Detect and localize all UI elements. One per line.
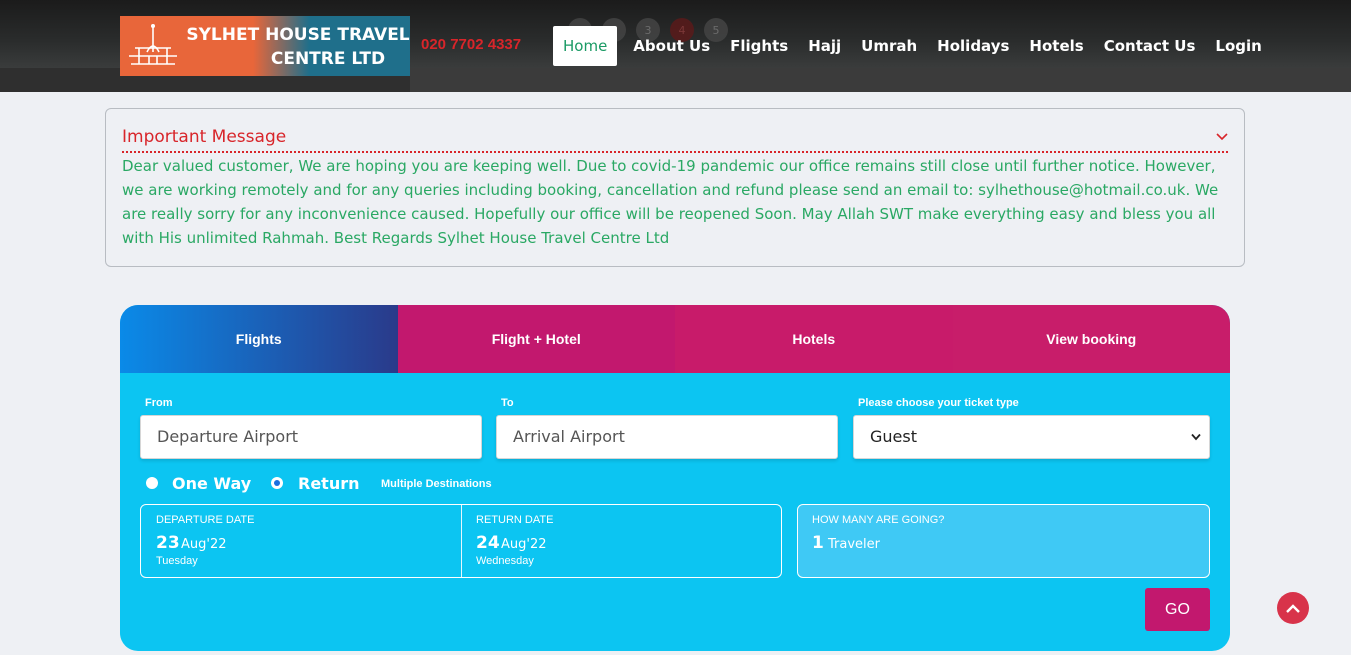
important-message-panel: Important Message Dear valued customer, … [105, 108, 1245, 267]
booking-tabs: Flights Flight + Hotel Hotels View booki… [120, 305, 1230, 373]
nav-contact-us[interactable]: Contact Us [1094, 26, 1206, 66]
ticket-type-label: Please choose your ticket type [858, 397, 1019, 409]
departure-airport-input[interactable]: Departure Airport [140, 415, 482, 459]
nav-flights[interactable]: Flights [720, 26, 798, 66]
departure-month: Aug'22 [181, 537, 227, 552]
date-picker: DEPARTURE DATE 23 Aug'22 Tuesday RETURN … [140, 504, 782, 578]
to-label: To [501, 397, 514, 409]
return-date-label: RETURN DATE [476, 514, 554, 526]
one-way-radio[interactable] [146, 477, 158, 489]
logo-line-2: CENTRE LTD [270, 49, 386, 69]
tab-flights[interactable]: Flights [120, 305, 398, 373]
logo-line-1: SYLHET HOUSE TRAVEL [186, 25, 410, 45]
departure-date-field[interactable]: DEPARTURE DATE 23 Aug'22 Tuesday [141, 505, 461, 577]
return-date-field[interactable]: RETURN DATE 24 Aug'22 Wednesday [462, 505, 782, 577]
tab-flight-hotel[interactable]: Flight + Hotel [397, 305, 675, 373]
mosque-icon [120, 16, 186, 76]
nav-umrah[interactable]: Umrah [851, 26, 927, 66]
travelers-count: 1 [812, 533, 824, 553]
scroll-to-top-button[interactable] [1277, 592, 1309, 624]
from-label: From [145, 397, 173, 409]
go-button[interactable]: GO [1145, 588, 1210, 631]
travelers-unit: Traveler [828, 537, 880, 552]
return-day: 24 [476, 533, 500, 553]
travelers-label: HOW MANY ARE GOING? [812, 514, 945, 526]
phone-number[interactable]: 020 7702 4337 [421, 36, 521, 53]
travelers-field[interactable]: HOW MANY ARE GOING? 1 Traveler [797, 504, 1210, 578]
site-logo[interactable]: SYLHET HOUSE TRAVEL CENTRE LTD [120, 16, 410, 76]
nav-about-us[interactable]: About Us [623, 26, 720, 66]
chevron-down-icon[interactable] [1216, 129, 1228, 145]
multiple-destinations-link[interactable]: Multiple Destinations [381, 478, 492, 490]
chevron-down-icon [1191, 416, 1201, 458]
nav-login[interactable]: Login [1205, 26, 1271, 66]
main-nav: Home About Us Flights Hajj Umrah Holiday… [553, 26, 1272, 66]
nav-hotels[interactable]: Hotels [1019, 26, 1093, 66]
message-body: Dear valued customer, We are hoping you … [122, 157, 1219, 247]
tab-hotels[interactable]: Hotels [675, 305, 953, 373]
arrival-airport-input[interactable]: Arrival Airport [496, 415, 838, 459]
departure-date-label: DEPARTURE DATE [156, 514, 255, 526]
departure-weekday: Tuesday [156, 555, 198, 567]
booking-widget: Flights Flight + Hotel Hotels View booki… [120, 305, 1230, 651]
message-title[interactable]: Important Message [122, 127, 286, 147]
return-month: Aug'22 [501, 537, 547, 552]
ticket-type-select[interactable]: Guest [853, 415, 1210, 459]
message-divider [122, 151, 1228, 153]
tab-view-booking[interactable]: View booking [952, 305, 1230, 373]
return-label[interactable]: Return [298, 474, 360, 493]
chevron-up-icon [1285, 599, 1301, 618]
ticket-type-value: Guest [870, 427, 917, 446]
logo-text: SYLHET HOUSE TRAVEL CENTRE LTD [186, 16, 410, 76]
nav-hajj[interactable]: Hajj [798, 26, 851, 66]
one-way-label[interactable]: One Way [172, 474, 251, 493]
nav-home[interactable]: Home [553, 26, 618, 66]
return-radio[interactable] [271, 477, 283, 489]
nav-holidays[interactable]: Holidays [927, 26, 1019, 66]
departure-day: 23 [156, 533, 180, 553]
return-weekday: Wednesday [476, 555, 534, 567]
